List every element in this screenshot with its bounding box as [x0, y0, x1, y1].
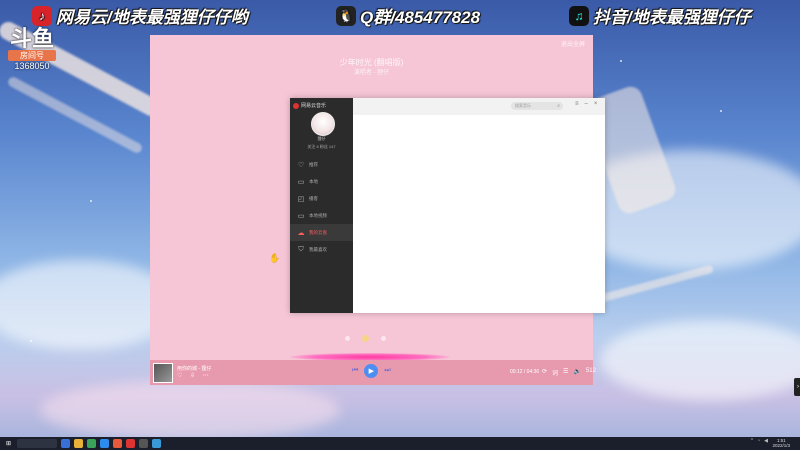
- page-dot-active[interactable]: [362, 335, 369, 342]
- douyin-label: 抖音/地表最强狸仔仔: [593, 8, 751, 27]
- sidebar-item-label: 本地: [309, 178, 318, 184]
- wechat-icon[interactable]: [87, 439, 96, 448]
- browser-icon[interactable]: [100, 439, 109, 448]
- prev-icon[interactable]: ⏮: [352, 367, 358, 375]
- start-icon[interactable]: ⊞: [4, 439, 13, 448]
- sidebar-item-favorite[interactable]: ⛉ 我最喜欢: [290, 241, 353, 258]
- close-icon[interactable]: ×: [594, 101, 598, 107]
- search-placeholder: 搜索音乐: [515, 103, 531, 108]
- heart-icon: ♡: [297, 161, 305, 169]
- douyu-room-logo: 斗鱼 房间号 1368050: [8, 28, 56, 71]
- music-titlebar: 搜索音乐 ⌕ ≡ – ×: [353, 98, 605, 115]
- exit-fullscreen-button[interactable]: 退出全屏: [561, 39, 585, 48]
- network-icon[interactable]: ◔: [757, 438, 760, 444]
- app-icon[interactable]: [113, 439, 122, 448]
- song-action-icons[interactable]: ♡ ⇩ ⋯: [177, 373, 297, 380]
- menu-icon[interactable]: ≡: [575, 101, 579, 107]
- sidebar-item-local[interactable]: ▭ 本地: [290, 173, 353, 190]
- user-name[interactable]: 狸仔: [290, 136, 353, 142]
- explorer-icon[interactable]: [74, 439, 83, 448]
- netease-taskbar-icon[interactable]: [126, 439, 135, 448]
- app-brand-label: 网易云音乐: [301, 103, 327, 109]
- playback-bar: 用你的城 - 狸仔 ♡ ⇩ ⋯ ⏮ ▶ ⏭ 00:12 / 04:36 ⟳ 词 …: [150, 360, 596, 385]
- room-number: 1368050: [14, 61, 50, 71]
- loop-icon[interactable]: ⟳: [542, 368, 547, 377]
- music-sidebar: 网易云音乐 狸仔 关注 6 粉丝 147 ♡ 推荐 ▭ 本地 ◰ 播客 ▭ 本地…: [290, 98, 353, 313]
- lyrics-icon[interactable]: 词: [552, 368, 558, 377]
- clock-date: 2022/1/3: [772, 443, 790, 448]
- search-input[interactable]: 搜索音乐 ⌕: [511, 102, 563, 110]
- stream-banner: ♪ 网易云/地表最强狸仔仔哟 🐧 Q群/485477828 ♫ 抖音/地表最强狸…: [0, 0, 800, 28]
- douyin-icon: ♫: [569, 5, 589, 26]
- sidebar-item-label: 播客: [309, 195, 318, 201]
- monitor-icon: ▭: [297, 212, 305, 220]
- sidebar-item-label: 本地视频: [309, 212, 327, 218]
- folder-icon: ▭: [297, 178, 305, 186]
- next-icon[interactable]: ⏭: [384, 367, 390, 375]
- album-cover[interactable]: [153, 362, 173, 383]
- playbar-options: ⟳ 词 ☰ 🔈 512: [542, 368, 596, 377]
- netease-music-icon: ♪: [32, 5, 52, 26]
- app-brand: 网易云音乐: [293, 102, 326, 109]
- sidebar-item-label: 推荐: [309, 161, 318, 167]
- sidebar-item-recommend[interactable]: ♡ 推荐: [290, 156, 353, 173]
- sidebar-item-label: 我的云盘: [309, 229, 327, 235]
- obs-icon[interactable]: [139, 439, 148, 448]
- playback-time: 00:12 / 04:36: [510, 369, 540, 375]
- sidebar-item-label: 我最喜欢: [309, 246, 327, 252]
- netease-label: 网易云/地表最强狸仔仔哟: [56, 8, 248, 27]
- sidebar-menu: ♡ 推荐 ▭ 本地 ◰ 播客 ▭ 本地视频 ☁ 我的云盘 ⛉ 我最喜欢: [290, 156, 353, 258]
- system-tray: ^ ◔ ◀: [751, 438, 768, 444]
- player-song-artist: 演唱者 - 狸仔: [353, 70, 390, 76]
- page-dot[interactable]: [345, 336, 350, 341]
- task-view-icon[interactable]: [61, 439, 70, 448]
- sidebar-item-local-video[interactable]: ▭ 本地视频: [290, 207, 353, 224]
- playback-controls: ⏮ ▶ ⏭: [352, 364, 391, 378]
- page-dot[interactable]: [381, 336, 386, 341]
- hand-cursor-icon: ✋: [269, 253, 281, 263]
- radio-icon: ◰: [297, 195, 305, 203]
- netease-banner: ♪ 网易云/地表最强狸仔仔哟: [32, 3, 248, 28]
- search-icon[interactable]: ⌕: [557, 102, 560, 110]
- taskbar-search[interactable]: [17, 439, 57, 448]
- playlist-icon[interactable]: ☰: [563, 368, 568, 377]
- qq-banner: 🐧 Q群/485477828: [336, 3, 480, 28]
- room-tag: 房间号: [8, 50, 56, 61]
- qq-label: Q群/485477828: [360, 8, 481, 27]
- music-content-area: 搜索音乐 ⌕ ≡ – ×: [353, 98, 605, 313]
- cloud-icon: ☁: [297, 229, 305, 237]
- taskbar-clock[interactable]: 1:51 2022/1/3: [772, 438, 790, 448]
- avatar[interactable]: [311, 112, 335, 136]
- qq-icon: 🐧: [336, 5, 356, 26]
- douyin-banner: ♫ 抖音/地表最强狸仔仔: [569, 3, 751, 28]
- user-stats: 关注 6 粉丝 147: [307, 144, 336, 149]
- douyu-logo: 斗鱼: [9, 26, 54, 51]
- page-dots: [345, 335, 386, 342]
- volume-tray-icon[interactable]: ◀: [764, 438, 768, 444]
- minimize-icon[interactable]: –: [585, 101, 588, 107]
- shirt-icon: ⛉: [298, 245, 304, 253]
- netease-logo-icon: [293, 102, 299, 109]
- now-playing-info: 用你的城 - 狸仔 ♡ ⇩ ⋯: [177, 366, 297, 380]
- taskbar: ⊞ ^ ◔ ◀ 1:51 2022/1/3: [0, 437, 800, 450]
- sidebar-item-cloud[interactable]: ☁ 我的云盘: [290, 224, 353, 241]
- side-panel-icon[interactable]: ›: [794, 378, 800, 396]
- quality-badge[interactable]: 512: [586, 368, 596, 377]
- play-button[interactable]: ▶: [364, 364, 379, 378]
- app2-icon[interactable]: [152, 439, 161, 448]
- sidebar-item-podcast[interactable]: ◰ 播客: [290, 190, 353, 207]
- music-app-window: 网易云音乐 狸仔 关注 6 粉丝 147 ♡ 推荐 ▭ 本地 ◰ 播客 ▭ 本地…: [290, 98, 605, 313]
- volume-icon[interactable]: 🔈: [573, 368, 580, 377]
- window-controls: ≡ – ×: [575, 101, 597, 107]
- now-playing-line1: 用你的城 - 狸仔: [177, 365, 212, 372]
- tray-chevron-icon[interactable]: ^: [751, 438, 753, 444]
